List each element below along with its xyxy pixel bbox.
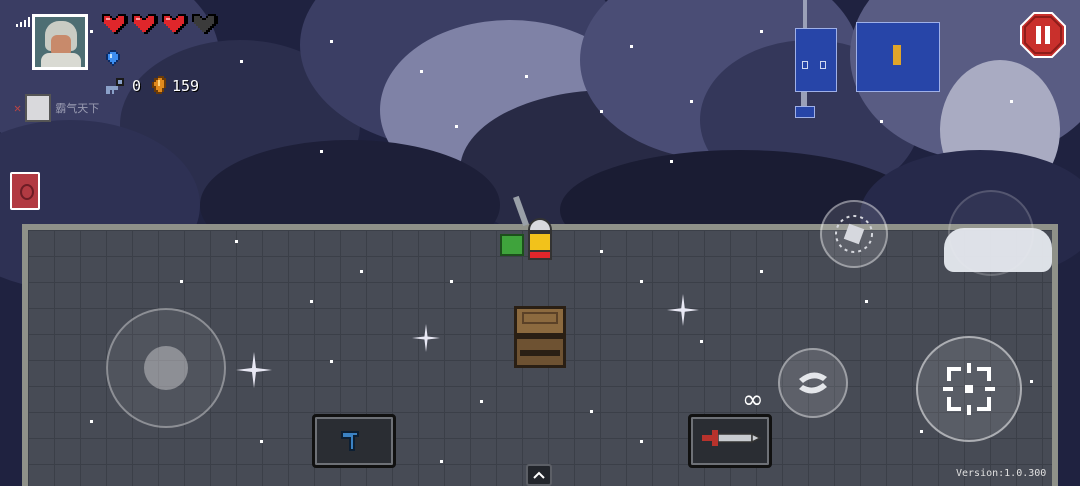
attack-button[interactable] — [916, 336, 1022, 442]
buff-label: 霸气天下 — [55, 102, 100, 115]
heart-empty-icon — [192, 14, 218, 34]
skill-button[interactable] — [820, 200, 888, 268]
key-icon — [106, 78, 124, 94]
heart-full-icon — [162, 14, 188, 34]
minimap-corridor — [801, 92, 807, 106]
weapon-swap-icon — [799, 372, 827, 394]
health-hearts — [100, 12, 218, 36]
movement-joystick[interactable] — [106, 308, 226, 428]
treasure-icon — [893, 45, 901, 65]
joystick-knob[interactable] — [144, 346, 188, 390]
minimap-room-current — [795, 28, 837, 92]
keys-counter: 0 — [104, 76, 141, 96]
minimap-corridor — [803, 0, 807, 30]
skill-icon — [835, 215, 873, 253]
weapon-swap-button[interactable] — [778, 348, 848, 418]
pause-icon — [1020, 12, 1066, 58]
knight-helmet — [528, 218, 552, 232]
boomerang-icon — [341, 431, 359, 451]
version-label: Version:1.0.300 — [956, 468, 1047, 479]
spellbook-item[interactable] — [10, 172, 40, 210]
secondary-weapon-slot[interactable] — [312, 414, 396, 468]
armor-gem-icon — [104, 50, 122, 72]
minimap-room-treasure — [856, 22, 940, 92]
heart-full-icon — [132, 14, 158, 34]
treasure-chest[interactable] — [514, 306, 566, 368]
sword-icon — [702, 430, 762, 446]
heart-full-icon — [102, 14, 128, 34]
expand-button[interactable] — [526, 464, 552, 486]
coins-count: 159 — [172, 77, 200, 95]
chevron-up-icon — [533, 471, 545, 479]
coins-counter: 159 — [150, 76, 199, 96]
minimap-room-small — [795, 106, 815, 118]
coin-icon — [152, 76, 166, 94]
player-avatar[interactable] — [32, 14, 88, 70]
keys-count: 0 — [132, 77, 142, 95]
pause-button[interactable] — [1020, 12, 1066, 58]
primary-weapon-slot[interactable] — [688, 414, 772, 468]
snow-pile — [944, 228, 1052, 272]
player-sword — [513, 195, 529, 227]
signal-icon — [16, 12, 30, 27]
minimap[interactable] — [780, 0, 960, 120]
buff-icon — [25, 94, 52, 122]
crosshair-icon — [943, 363, 995, 415]
pet-cat — [500, 234, 524, 256]
buff-indicator[interactable]: ✕ 霸气天下 — [14, 94, 99, 122]
knight-body — [528, 232, 552, 252]
close-icon[interactable]: ✕ — [14, 101, 21, 115]
weapon-ammo: ∞ — [742, 385, 764, 415]
player-character — [500, 195, 560, 262]
